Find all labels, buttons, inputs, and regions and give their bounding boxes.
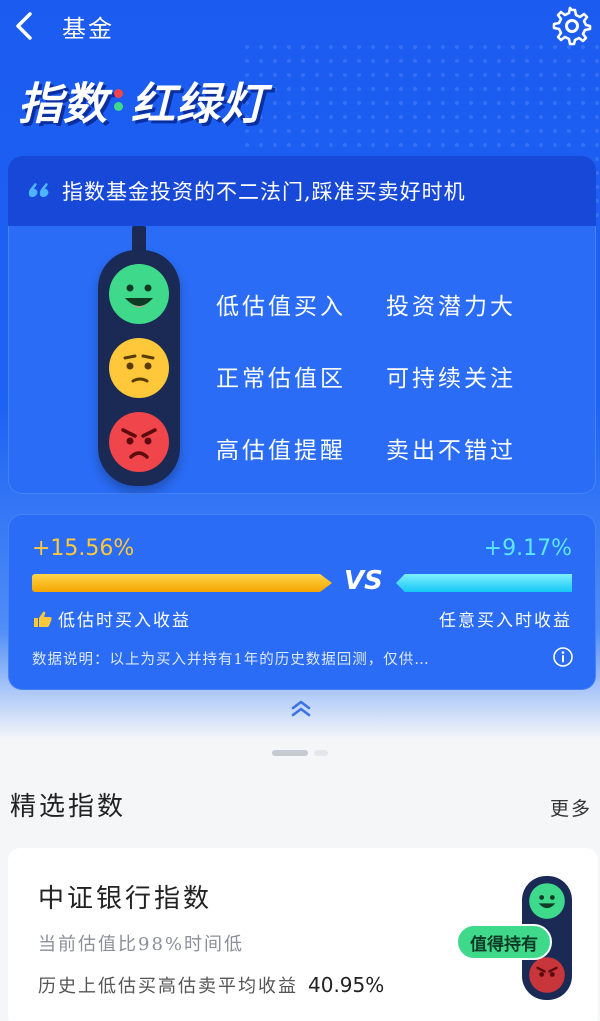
- info-icon[interactable]: [552, 646, 574, 668]
- slogan-text: 指数基金投资的不二法门,踩准买卖好时机: [62, 180, 466, 204]
- rule-row: 低估值买入 投资潜力大: [216, 268, 586, 340]
- more-link[interactable]: 更多: [550, 794, 592, 821]
- brand-title: 指数 红绿灯: [18, 68, 266, 132]
- brand-title-right: 红绿灯: [131, 79, 266, 130]
- data-note: 数据说明：以上为买入并持有1年的历史数据回测，仅供…: [32, 652, 430, 668]
- rule-row: 正常估值区 可持续关注: [216, 340, 586, 412]
- compare-card: +15.56% +9.17% VS 低估时买入收益 任意买入时收益 数据说明：以…: [8, 514, 596, 690]
- low-valuation-bar: [32, 574, 332, 592]
- any-time-bar: [396, 574, 572, 592]
- hero-banner: 基金 指数 红绿灯 指数基金投资的不二法门,踩准买卖好时机 低估值买入 投资潜力…: [0, 0, 600, 740]
- rule-advice: 卖出不错过: [386, 438, 516, 464]
- low-valuation-label-text: 低估时买入收益: [58, 611, 191, 631]
- rule-signal: 高估值提醒: [216, 438, 346, 464]
- slogan-bar: 指数基金投资的不二法门,踩准买卖好时机: [8, 156, 596, 226]
- fund-name: 中证银行指数: [38, 884, 213, 914]
- fund-card[interactable]: 中证银行指数 当前估值比98%时间低 历史上低估买高估卖平均收益 40.95% …: [8, 848, 598, 1021]
- fund-valuation: 当前估值比98%时间低: [38, 934, 245, 955]
- chevron-left-icon[interactable]: [6, 6, 46, 46]
- double-chevron-up-icon[interactable]: [288, 698, 314, 718]
- neutral-face-icon: [109, 338, 169, 398]
- page-dot-active: [272, 750, 308, 756]
- rule-signal: 正常估值区: [216, 366, 346, 392]
- top-bar: 基金: [0, 0, 600, 52]
- nav-title: 基金: [62, 15, 114, 43]
- fund-return-row: 历史上低估买高估卖平均收益 40.95%: [38, 972, 384, 998]
- any-time-label: 任意买入时收益: [439, 611, 572, 631]
- angry-face-icon: [109, 412, 169, 472]
- happy-face-icon: [109, 264, 169, 324]
- quote-icon: [28, 183, 49, 197]
- fund-return-value: 40.95%: [308, 973, 385, 997]
- rule-advice: 投资潜力大: [386, 294, 516, 320]
- low-valuation-label: 低估时买入收益: [32, 606, 191, 631]
- brand-title-left: 指数: [18, 79, 108, 130]
- intro-card: 指数基金投资的不二法门,踩准买卖好时机 低估值买入 投资潜力大 正常估值区 可持…: [8, 156, 596, 494]
- section-title: 精选指数: [10, 792, 127, 822]
- page-indicator: [272, 750, 328, 756]
- traffic-light: [98, 250, 180, 486]
- traffic-dots-icon: [114, 89, 123, 111]
- angry-face-icon: [529, 957, 565, 993]
- rule-advice: 可持续关注: [386, 366, 516, 392]
- vs-label: VS: [344, 566, 383, 596]
- thumb-icon: [34, 611, 52, 627]
- rule-row: 高估值提醒 卖出不错过: [216, 412, 586, 484]
- page-dot: [314, 750, 328, 756]
- status-badge: 值得持有: [456, 924, 552, 960]
- low-valuation-return: +15.56%: [32, 536, 135, 561]
- rule-list: 低估值买入 投资潜力大 正常估值区 可持续关注 高估值提醒 卖出不错过: [216, 268, 586, 484]
- happy-face-icon: [529, 883, 565, 919]
- fund-return-label: 历史上低估买高估卖平均收益: [38, 976, 298, 997]
- gear-icon[interactable]: [552, 6, 592, 46]
- any-time-return: +9.17%: [483, 536, 572, 561]
- rule-signal: 低估值买入: [216, 294, 346, 320]
